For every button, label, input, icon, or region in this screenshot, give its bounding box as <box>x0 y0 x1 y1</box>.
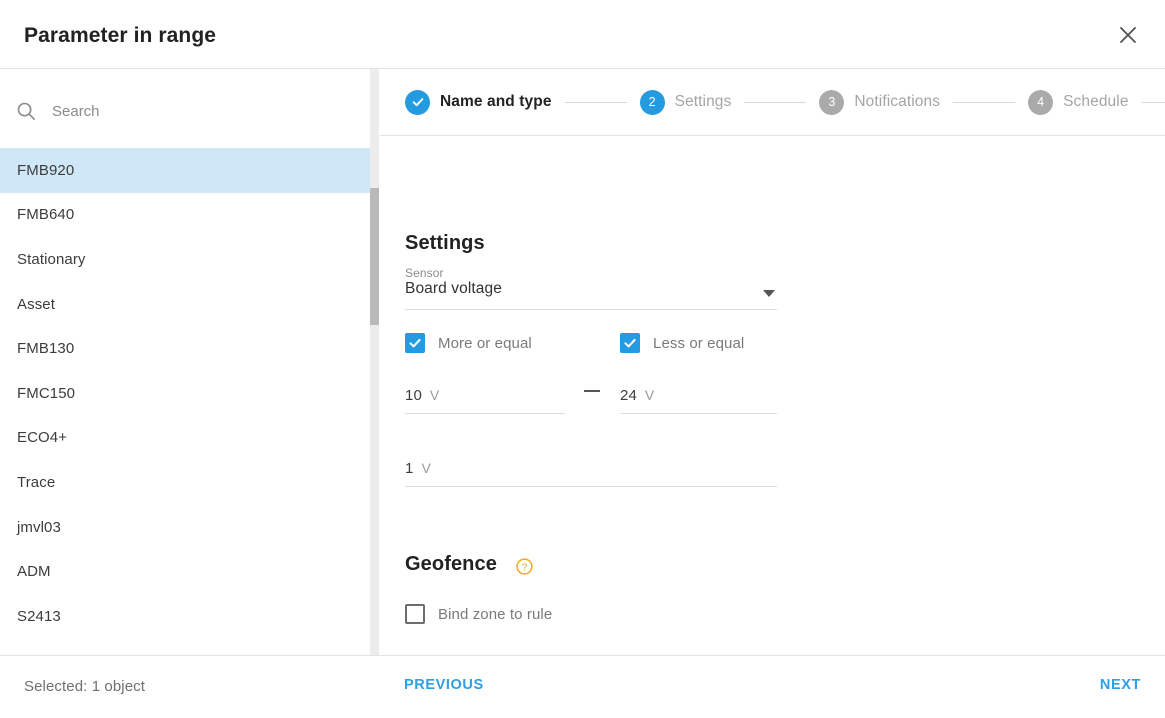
list-item-label: FMB920 <box>17 162 74 179</box>
less-or-equal-checkbox[interactable] <box>620 333 640 353</box>
list-item-label: FMB640 <box>17 206 74 223</box>
min-value-input[interactable]: 10 V <box>405 387 565 414</box>
hysteresis-unit: V <box>421 460 430 476</box>
step-connector <box>953 102 1015 103</box>
bind-zone-label: Bind zone to rule <box>438 606 552 623</box>
list-item[interactable]: Trace <box>0 460 370 505</box>
list-item-label: FMB130 <box>17 340 74 357</box>
list-item[interactable]: FMB920 <box>0 148 370 193</box>
list-item-label: jmvl03 <box>17 519 61 536</box>
min-value-unit: V <box>430 387 439 403</box>
main-panel: Name and type 2 Settings 3 Notifications 4 Sch… <box>380 69 1165 655</box>
selected-count: Selected: 1 object <box>24 678 145 695</box>
step-number: 2 <box>640 90 665 115</box>
range-separator-icon <box>584 390 600 392</box>
sensor-select[interactable]: Board voltage <box>405 280 777 310</box>
step-label: Settings <box>675 93 732 111</box>
object-sidebar: FMB920 FMB640 Stationary Asset FMB130 FMC150 E… <box>0 69 379 655</box>
max-value-input[interactable]: 24 V <box>620 387 777 414</box>
list-item[interactable]: ECO4+ <box>0 416 370 461</box>
more-or-equal-checkbox[interactable] <box>405 333 425 353</box>
settings-heading: Settings <box>405 232 485 255</box>
bind-zone-checkbox[interactable] <box>405 604 425 624</box>
list-item[interactable]: FMB640 <box>0 193 370 238</box>
list-item[interactable]: Stationary <box>0 237 370 282</box>
step-label: Name and type <box>440 93 552 111</box>
step-number: 4 <box>1028 90 1053 115</box>
parameter-in-range-dialog: Parameter in range FMB920 FMB640 Stationar… <box>0 0 1165 718</box>
list-item[interactable]: FMC150 <box>0 371 370 416</box>
sensor-select-value: Board voltage <box>405 280 502 297</box>
max-value-text: 24 <box>620 387 637 404</box>
list-item-label: FMC150 <box>17 385 75 402</box>
object-list: FMB920 FMB640 Stationary Asset FMB130 FMC150 E… <box>0 148 370 655</box>
help-circle-icon[interactable]: ? <box>516 558 533 575</box>
hysteresis-input[interactable]: 1 V <box>405 460 777 487</box>
step-connector <box>565 102 627 103</box>
less-or-equal-label: Less or equal <box>653 335 744 352</box>
less-or-equal-checkbox-row[interactable]: Less or equal <box>620 333 744 353</box>
step-number: 3 <box>819 90 844 115</box>
max-value-unit: V <box>645 387 654 403</box>
list-item-label: ADM <box>17 563 51 580</box>
hysteresis-value-text: 1 <box>405 460 413 477</box>
step-1[interactable]: Name and type <box>405 90 552 115</box>
sidebar-scrollbar-thumb[interactable] <box>370 188 379 325</box>
step-3[interactable]: 3 Notifications <box>819 90 940 115</box>
settings-form: Settings Sensor Board voltage More or eq… <box>380 136 1165 655</box>
search-input[interactable] <box>52 96 352 126</box>
list-item[interactable]: jmvl03 <box>0 505 370 550</box>
sidebar-scrollbar-track[interactable] <box>370 69 379 655</box>
list-item[interactable]: ADM <box>0 549 370 594</box>
list-item-label: ECO4+ <box>17 429 67 446</box>
more-or-equal-label: More or equal <box>438 335 532 352</box>
page-title: Parameter in range <box>24 24 216 48</box>
search-icon <box>16 101 36 121</box>
more-or-equal-checkbox-row[interactable]: More or equal <box>405 333 532 353</box>
dialog-footer: Selected: 1 object PREVIOUS NEXT <box>0 655 1165 718</box>
list-item-label: Stationary <box>17 251 86 268</box>
previous-button[interactable]: PREVIOUS <box>404 677 484 693</box>
wizard-stepper: Name and type 2 Settings 3 Notifications 4 Sch… <box>380 69 1165 136</box>
dialog-titlebar: Parameter in range <box>0 0 1165 69</box>
close-icon[interactable] <box>1113 20 1143 50</box>
chevron-down-icon <box>763 290 775 297</box>
next-button[interactable]: NEXT <box>1100 677 1141 693</box>
step-label: Notifications <box>854 93 940 111</box>
step-check-icon <box>405 90 430 115</box>
list-item-label: S2413 <box>17 608 61 625</box>
list-item[interactable]: Asset <box>0 282 370 327</box>
geofence-heading: Geofence <box>405 553 497 576</box>
sensor-label: Sensor <box>405 266 444 280</box>
list-item-label: Trace <box>17 474 55 491</box>
step-connector <box>1142 102 1165 103</box>
list-item[interactable]: S2413 <box>0 594 370 639</box>
bind-zone-checkbox-row[interactable]: Bind zone to rule <box>405 604 552 624</box>
step-4[interactable]: 4 Schedule <box>1028 90 1128 115</box>
list-item[interactable]: FMB130 <box>0 326 370 371</box>
svg-text:?: ? <box>522 562 528 573</box>
list-item-label: Asset <box>17 296 55 313</box>
step-label: Schedule <box>1063 93 1128 111</box>
step-connector <box>744 102 806 103</box>
step-2[interactable]: 2 Settings <box>640 90 732 115</box>
min-value-text: 10 <box>405 387 422 404</box>
